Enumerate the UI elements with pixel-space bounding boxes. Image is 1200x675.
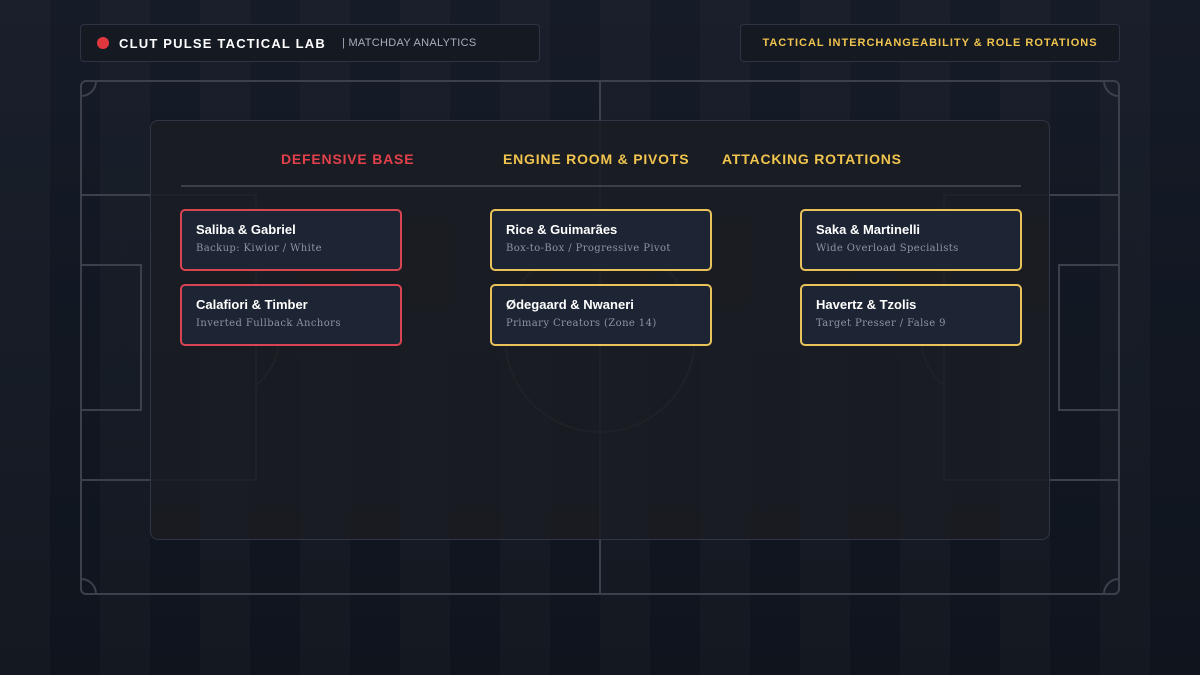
card-role: Backup: Kiwior / White — [196, 243, 322, 254]
section-title: TACTICAL INTERCHANGEABILITY & ROLE ROTAT… — [762, 37, 1098, 49]
engine-room-title: ENGINE ROOM & PIVOTS — [503, 151, 690, 167]
card-name: Saliba & Gabriel — [196, 222, 296, 237]
card-role: Inverted Fullback Anchors — [196, 318, 341, 329]
card-role: Wide Overload Specialists — [816, 243, 959, 254]
card-role: Box-to-Box / Progressive Pivot — [506, 243, 671, 254]
player-card-odegaard-nwaneri[interactable]: Ødegaard & Nwaneri Primary Creators (Zon… — [490, 284, 712, 346]
card-name: Saka & Martinelli — [816, 222, 921, 237]
live-indicator-icon — [97, 37, 109, 49]
role-rotation-panel: DEFENSIVE BASE ENGINE ROOM & PIVOTS ATTA… — [150, 120, 1050, 540]
brand-title: CLUT PULSE TACTICAL LAB — [119, 35, 326, 51]
header-divider — [181, 185, 1021, 187]
player-card-saliba-gabriel[interactable]: Saliba & Gabriel Backup: Kiwior / White — [180, 209, 402, 271]
defensive-base-title: DEFENSIVE BASE — [281, 151, 415, 167]
card-name: Rice & Guimarães — [506, 222, 618, 237]
card-role: Primary Creators (Zone 14) — [506, 318, 657, 329]
card-name: Calafiori & Timber — [196, 297, 308, 312]
brand-subtitle: | MATCHDAY ANALYTICS — [341, 37, 477, 49]
card-role: Target Presser / False 9 — [816, 318, 946, 329]
section-header: TACTICAL INTERCHANGEABILITY & ROLE ROTAT… — [740, 24, 1120, 62]
brand-header: CLUT PULSE TACTICAL LAB | MATCHDAY ANALY… — [80, 24, 540, 62]
player-card-rice-guimaraes[interactable]: Rice & Guimarães Box-to-Box / Progressiv… — [490, 209, 712, 271]
player-card-saka-martinelli[interactable]: Saka & Martinelli Wide Overload Speciali… — [800, 209, 1022, 271]
card-name: Havertz & Tzolis — [816, 297, 917, 312]
player-card-havertz-tzolis[interactable]: Havertz & Tzolis Target Presser / False … — [800, 284, 1022, 346]
attacking-rotations-title: ATTACKING ROTATIONS — [722, 151, 902, 167]
player-card-calafiori-timber[interactable]: Calafiori & Timber Inverted Fullback Anc… — [180, 284, 402, 346]
card-name: Ødegaard & Nwaneri — [506, 297, 634, 312]
